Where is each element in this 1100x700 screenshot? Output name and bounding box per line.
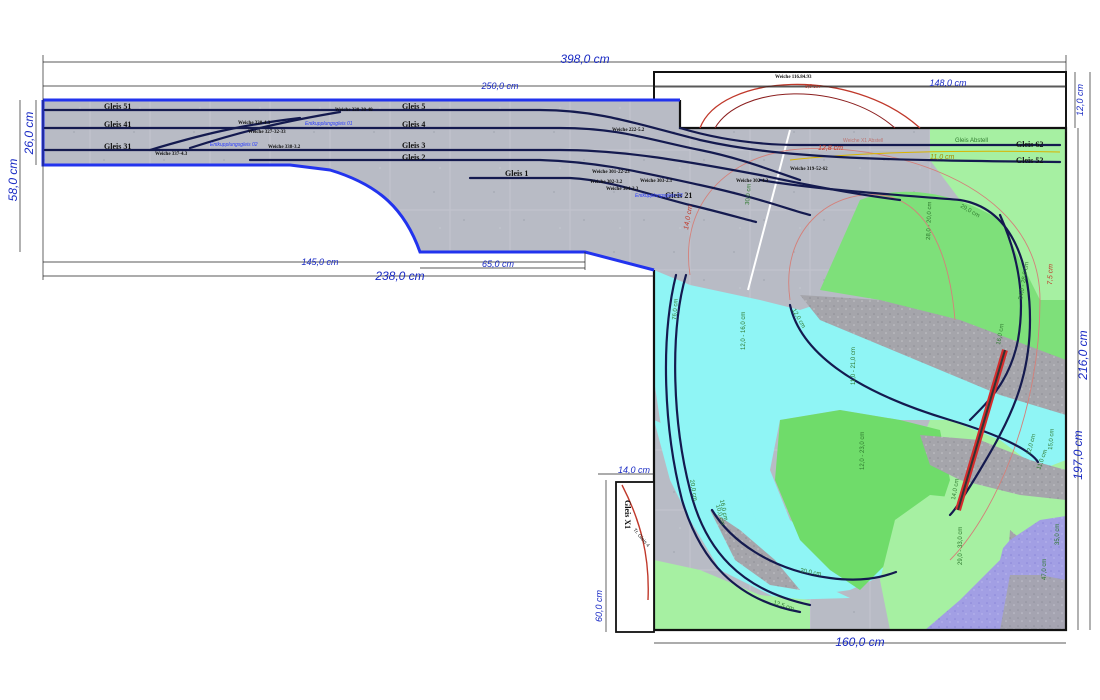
upper-shelf bbox=[653, 71, 1067, 129]
dim-bottom-width: 160,0 cm bbox=[835, 635, 884, 649]
dim-lower-238: 238,0 cm bbox=[374, 269, 424, 283]
label-gleis-62: Gleis 62 bbox=[1016, 140, 1043, 149]
note-uncoupler-2: Entkupplungsgleis 02 bbox=[210, 142, 258, 148]
height-8: 35,0 cm bbox=[1055, 524, 1061, 545]
label-gleis-x: Gleis X1 bbox=[623, 500, 632, 529]
dim-left-depth: 26,0 cm bbox=[22, 112, 36, 156]
label-gleis-2: Gleis 2 bbox=[402, 153, 425, 162]
label-gleis-4: Gleis 4 bbox=[402, 120, 425, 129]
label-weiche-7: Weiche 301-22-23 bbox=[592, 170, 630, 175]
label-weiche-2: Weiche 330-4.3 bbox=[238, 121, 271, 126]
label-weiche-5: Weiche 338-3.2 bbox=[268, 145, 301, 150]
label-weiche-12: Weiche 319-52-62 bbox=[790, 167, 828, 172]
dim-left-total: 58,0 cm bbox=[6, 159, 20, 202]
label-weiche-9: Weiche 303-2.1 bbox=[640, 179, 673, 184]
rock-lower-right bbox=[1000, 575, 1066, 630]
dim-lower-65: 65,0 cm bbox=[482, 259, 515, 269]
dim-right-total: 216,0 cm bbox=[1076, 330, 1090, 380]
label-weiche-1: Weiche 320-30-40 bbox=[335, 108, 373, 113]
dim-total-width: 398,0 cm bbox=[560, 52, 609, 66]
label-gleis-5: Gleis 5 bbox=[402, 102, 425, 111]
dim-extension-depth: 60,0 cm bbox=[594, 589, 604, 622]
dim-right-lower: 197,0 cm bbox=[1071, 430, 1085, 479]
label-gleis-abstell: Gleis Abstell bbox=[955, 138, 988, 144]
label-gleis-31: Gleis 31 bbox=[104, 142, 131, 151]
label-weiche-3: Weiche 327-32-33 bbox=[248, 130, 286, 135]
height-7: 47,0 cm bbox=[1042, 559, 1048, 580]
label-gleis-51: Gleis 51 bbox=[104, 102, 131, 111]
yellow-label-1: 11,0 cm bbox=[930, 154, 955, 161]
label-weiche-6: Weiche 222-5.2 bbox=[612, 128, 645, 133]
label-weiche-10: Weiche 304-2.3 bbox=[606, 187, 639, 192]
extension-module bbox=[615, 481, 655, 633]
dim-shelf-width: 148,0 cm bbox=[929, 78, 967, 88]
dim-shelf-depth: 12,0 cm bbox=[1075, 83, 1085, 116]
label-weiche-11: Weiche 302-4.3 bbox=[736, 179, 769, 184]
label-weiche-8: Weiche 302-3.2 bbox=[590, 180, 623, 185]
height-5: 12,0 - 23,0 cm bbox=[860, 432, 866, 470]
layout-plan: 398,0 cm 250,0 cm 148,0 cm 12,0 cm 26,0 … bbox=[6, 52, 1091, 649]
dim-lower-145: 145,0 cm bbox=[301, 257, 339, 267]
dim-upper-length: 250,0 cm bbox=[480, 81, 519, 91]
red-label-3: 7,5 cm bbox=[1047, 264, 1055, 285]
label-gleis-52: Gleis 52 bbox=[1016, 156, 1043, 165]
label-gleis-3: Gleis 3 bbox=[402, 141, 425, 150]
label-weiche-top: Weiche 116.84.93 bbox=[775, 75, 812, 80]
note-uncoupler-1: Entkupplungsgleis 01 bbox=[305, 121, 353, 127]
label-gleis-41: Gleis 41 bbox=[104, 120, 131, 129]
dim-extension-width: 14,0 cm bbox=[618, 465, 651, 475]
height-3: 12,0 - 16,0 cm bbox=[741, 312, 747, 350]
label-gleis-1: Gleis 1 bbox=[505, 169, 528, 178]
red-label-4: Weiche X1 Abstell bbox=[843, 138, 883, 144]
label-weiche-4: Weiche 337-4.3 bbox=[155, 152, 188, 157]
note-uncoupler-3: Entkupplungsgleis 03 bbox=[635, 193, 683, 199]
yellow-label-2: 9,0 cm bbox=[805, 84, 820, 90]
height-6: 29,0 - 33,0 cm bbox=[958, 527, 964, 565]
red-label-1: 12,8 cm bbox=[818, 145, 843, 152]
height-4: 11,0 - 21,0 cm bbox=[851, 347, 857, 385]
